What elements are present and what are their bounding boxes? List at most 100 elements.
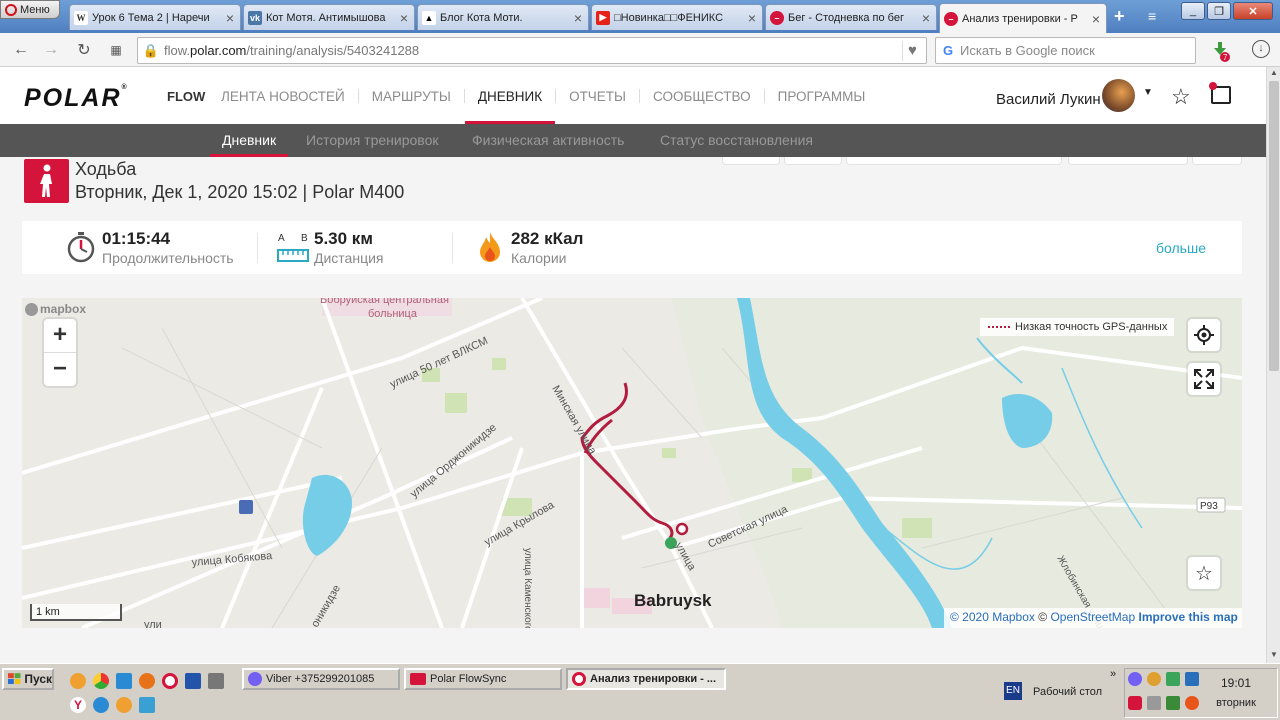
antivirus-icon[interactable] [1128, 696, 1142, 710]
download-icon[interactable]: ↓ [1252, 40, 1270, 58]
star-icon[interactable]: ☆ [1171, 84, 1191, 110]
cat-icon: ▲ [422, 10, 436, 25]
attrib-mapbox[interactable]: © 2020 Mapbox [950, 610, 1035, 624]
start-button[interactable]: Пуск [2, 668, 54, 690]
clock[interactable]: 19:01 вторник [1211, 676, 1261, 709]
tray-icon[interactable] [1147, 672, 1161, 686]
tray-icon[interactable] [1147, 696, 1161, 710]
close-tab-icon[interactable]: × [398, 10, 410, 26]
bookmark-heart-icon[interactable]: ♥ [902, 41, 922, 61]
opera-icon [572, 672, 586, 686]
opera-icon[interactable] [162, 673, 178, 689]
tab-menu-icon[interactable]: ≡ [1148, 8, 1156, 24]
improve-map-link[interactable]: Improve this map [1139, 610, 1238, 624]
url-bar[interactable]: 🔒 flow.polar.com/training/analysis/54032… [137, 37, 927, 64]
toolbar-button[interactable] [1068, 157, 1188, 165]
nav-item-programs[interactable]: ПРОГРАММЫ [765, 67, 879, 124]
session-date: Вторник, Дек 1, 2020 15:02 | Polar M400 [75, 182, 405, 202]
taskbar-button-label: Анализ тренировки - ... [590, 673, 717, 685]
scroll-thumb[interactable] [1269, 81, 1279, 371]
sport-title: Ходьба [75, 159, 137, 179]
nav-item-reports[interactable]: ОТЧЕТЫ [556, 67, 639, 124]
gps-legend-label: Низкая точность GPS-данных [1015, 321, 1168, 333]
nav-item-routes[interactable]: МАРШРУТЫ [359, 67, 464, 124]
forward-arrow-icon[interactable]: → [42, 41, 60, 59]
user-name[interactable]: Василий Лукин [996, 91, 1101, 108]
close-tab-icon[interactable]: × [224, 10, 236, 26]
language-indicator[interactable]: EN [1004, 682, 1022, 700]
reload-icon[interactable]: ↻ [75, 41, 93, 59]
new-tab-icon[interactable]: + [1114, 6, 1125, 27]
taskbar-button-viber[interactable]: Viber +375299201085 [242, 668, 400, 690]
browser-tab[interactable]: – Бег - Стодневка по бег × [765, 4, 937, 30]
network-icon[interactable] [1185, 672, 1199, 686]
nav-item-diary[interactable]: ДНЕВНИК [464, 67, 556, 124]
browser-tab[interactable]: vk Кот Мотя. Антимышова × [243, 4, 415, 30]
toolbar-button[interactable] [722, 157, 780, 165]
extension-icon[interactable]: 7 [1210, 40, 1230, 62]
toolbar-button[interactable] [1192, 157, 1242, 165]
mapbox-logo[interactable]: mapbox [25, 302, 86, 316]
calculator-icon[interactable] [208, 673, 224, 689]
scroll-down-icon[interactable]: ▼ [1267, 649, 1280, 661]
quicklaunch-icon[interactable] [139, 697, 155, 713]
minimize-icon[interactable]: _ [1181, 2, 1205, 20]
avatar[interactable] [1102, 79, 1135, 112]
page-content: POLAR® FLOW ЛЕНТА НОВОСТЕЙ МАРШРУТЫ ДНЕВ… [0, 67, 1266, 663]
polar-logo[interactable]: POLAR® [24, 84, 129, 113]
firefox-icon[interactable] [139, 673, 155, 689]
maximize-icon[interactable]: ❐ [1207, 2, 1231, 20]
taskbar-button-label: Polar FlowSync [430, 673, 507, 685]
tray-icon[interactable] [1166, 696, 1180, 710]
tray-icon[interactable] [1185, 696, 1199, 710]
subnav-history[interactable]: История тренировок [306, 124, 438, 157]
zoom-in-button[interactable]: + [44, 319, 76, 352]
scroll-up-icon[interactable]: ▲ [1267, 67, 1280, 79]
toolbar-chevron-icon[interactable]: » [1110, 668, 1116, 680]
locate-button[interactable] [1188, 319, 1220, 351]
viber-tray-icon[interactable] [1128, 672, 1142, 686]
duration-value: 01:15:44 [102, 229, 171, 248]
zoom-out-button[interactable]: − [44, 352, 76, 385]
back-arrow-icon[interactable]: ← [12, 41, 30, 59]
toolbar-button[interactable] [784, 157, 842, 165]
crosshair-icon [1194, 325, 1214, 345]
subnav-recovery[interactable]: Статус восстановления [660, 124, 813, 157]
fullscreen-button[interactable] [1188, 363, 1220, 395]
quicklaunch-icon[interactable] [70, 673, 86, 689]
save-icon[interactable] [185, 673, 201, 689]
browser-tab[interactable]: ▶ □Новинка□□ФЕНИКС × [591, 4, 763, 30]
yandex-icon[interactable]: Y [70, 697, 86, 713]
close-tab-icon[interactable]: × [746, 10, 758, 26]
nav-item-feed[interactable]: ЛЕНТА НОВОСТЕЙ [208, 67, 358, 124]
desktop-toolbar[interactable]: Рабочий стол [1033, 686, 1102, 698]
quicklaunch-icon[interactable] [116, 673, 132, 689]
chevron-down-icon[interactable]: ▼ [1143, 87, 1153, 98]
browser-tab-active[interactable]: – Анализ тренировки - Р × [939, 3, 1107, 33]
subnav-activity[interactable]: Физическая активность [472, 124, 624, 157]
page-scrollbar[interactable]: ▲ ▼ [1266, 67, 1280, 663]
favorite-route-button[interactable]: ☆ [1188, 557, 1220, 589]
taskbar-button-opera[interactable]: Анализ тренировки - ... [566, 668, 726, 690]
browser-tab[interactable]: ▲ Блог Кота Моти. × [417, 4, 589, 30]
close-window-icon[interactable]: ✕ [1233, 2, 1273, 20]
close-tab-icon[interactable]: × [572, 10, 584, 26]
browser-menu-button[interactable]: Меню [0, 0, 60, 19]
route-map[interactable]: P93 Бобруйская центральная больница улиц… [22, 298, 1242, 628]
close-tab-icon[interactable]: × [920, 10, 932, 26]
search-input[interactable]: G Искать в Google поиск [935, 37, 1196, 64]
tray-icon[interactable] [1166, 672, 1180, 686]
subnav-diary[interactable]: Дневник [209, 124, 289, 157]
close-tab-icon[interactable]: × [1090, 11, 1102, 27]
ie-icon[interactable] [93, 697, 109, 713]
media-player-icon[interactable] [116, 697, 132, 713]
taskbar-button-flowsync[interactable]: Polar FlowSync [404, 668, 562, 690]
nav-item-community[interactable]: СООБЩЕСТВО [640, 67, 764, 124]
chrome-icon[interactable] [93, 673, 109, 689]
attrib-osm[interactable]: OpenStreetMap [1050, 610, 1135, 624]
toolbar-button[interactable] [846, 157, 1062, 165]
speed-dial-icon[interactable]: ▦ [107, 41, 125, 59]
map-canvas: P93 Бобруйская центральная больница улиц… [22, 298, 1242, 628]
browser-tab[interactable]: W Урок 6 Тема 2 | Наречи × [69, 4, 241, 30]
more-link[interactable]: больше [1156, 240, 1206, 256]
